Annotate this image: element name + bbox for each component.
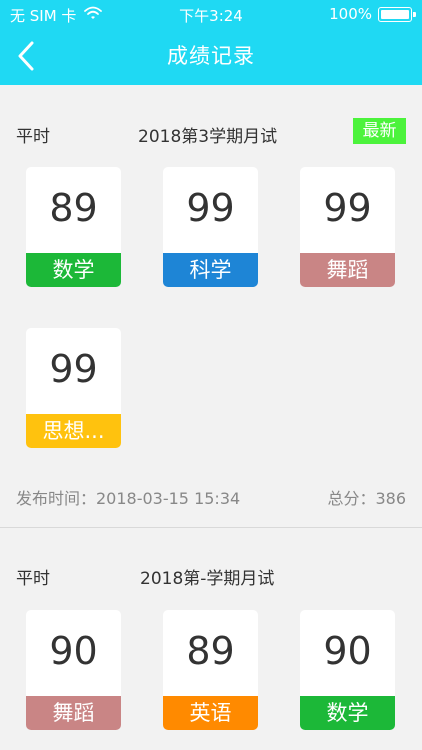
score-card[interactable]: 89 英语 — [163, 610, 258, 730]
battery-percent: 100% — [329, 5, 372, 23]
record-name: 2018第3学期月试 — [138, 127, 278, 147]
score-card[interactable]: 90 数学 — [300, 610, 395, 730]
subject-label: 数学 — [26, 253, 121, 287]
subject-label: 思想... — [26, 414, 121, 448]
subject-label: 舞蹈 — [26, 696, 121, 730]
subject-label: 科学 — [163, 253, 258, 287]
record-name: 2018第-学期月试 — [140, 569, 275, 589]
subject-label: 英语 — [163, 696, 258, 730]
record-section: 平时 2018第3学期月试 最新 89 数学 99 科学 99 舞蹈 99 思想… — [0, 85, 422, 527]
battery-icon — [378, 7, 416, 22]
score-value: 89 — [49, 186, 98, 230]
score-value: 99 — [323, 186, 372, 230]
score-value: 90 — [49, 629, 98, 673]
score-card[interactable]: 89 数学 — [26, 167, 121, 287]
total-score: 总分：386 — [327, 489, 406, 508]
navigation-bar: 成绩记录 — [0, 28, 422, 85]
latest-badge: 最新 — [353, 118, 406, 144]
page-title: 成绩记录 — [167, 44, 255, 68]
score-card[interactable]: 99 科学 — [163, 167, 258, 287]
record-section: 平时 2018第-学期月试 90 舞蹈 89 英语 90 数学 — [0, 528, 422, 750]
record-type: 平时 — [16, 127, 50, 147]
score-card[interactable]: 99 思想... — [26, 328, 121, 448]
score-card[interactable]: 99 舞蹈 — [300, 167, 395, 287]
score-value: 90 — [323, 629, 372, 673]
score-value: 99 — [186, 186, 235, 230]
status-bar: 无 SIM 卡 下午3:24 100% — [0, 0, 422, 28]
subject-label: 舞蹈 — [300, 253, 395, 287]
score-value: 89 — [186, 629, 235, 673]
header-bar: 无 SIM 卡 下午3:24 100% 成绩记录 — [0, 0, 422, 85]
subject-label: 数学 — [300, 696, 395, 730]
publish-time: 发布时间：2018-03-15 15:34 — [16, 489, 241, 508]
record-type: 平时 — [16, 569, 50, 589]
score-value: 99 — [49, 347, 98, 391]
score-card[interactable]: 90 舞蹈 — [26, 610, 121, 730]
